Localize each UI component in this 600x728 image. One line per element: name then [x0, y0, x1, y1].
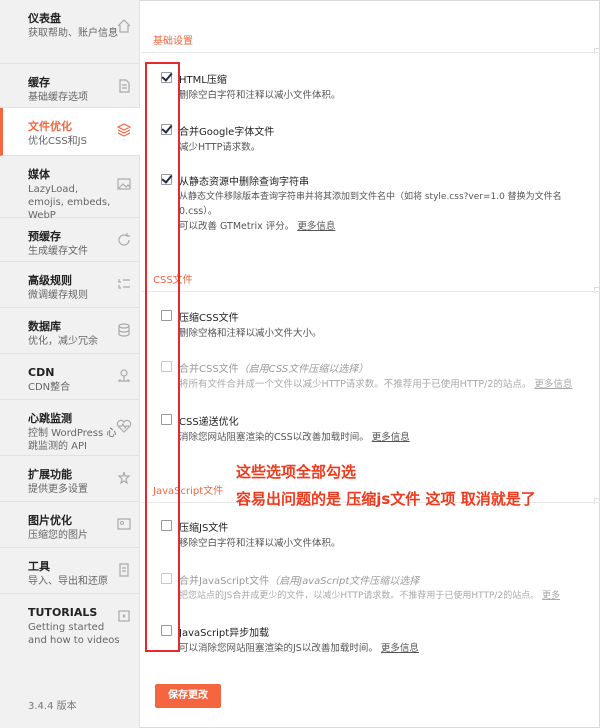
sidebar-item-subtitle: 优化CSS和JS	[28, 136, 87, 147]
option-description: 将所有文件合并成一个文件以减少HTTP请求数。不推荐用于已使用HTTP/2的站点…	[179, 378, 572, 391]
option-title: 压缩JS文件	[179, 523, 229, 534]
sidebar-item-subtitle: CDN整合	[28, 382, 71, 393]
refresh-icon	[116, 232, 132, 248]
option-title: JavaScript异步加载	[179, 628, 270, 639]
option-hint: （启用CSS文件压缩以选择）	[238, 364, 369, 375]
option-title: 合并Google字体文件	[179, 127, 275, 138]
database-icon	[116, 322, 132, 338]
image-icon	[116, 176, 132, 192]
option-title: CSS递送优化	[179, 417, 239, 428]
sidebar-item-tools[interactable]: 工具 导入、导出和还原	[0, 548, 140, 594]
more-info-link[interactable]: 更多信息	[297, 221, 335, 232]
sidebar-item-database[interactable]: 数据库 优化，减少冗余	[0, 308, 140, 354]
sidebar-item-preload[interactable]: 预缓存 生成缓存文件	[0, 218, 140, 262]
photo-icon	[116, 516, 132, 532]
sidebar-item-subtitle: Getting started and how to videos	[28, 622, 120, 646]
option-description: 可以消除您网站阻塞渲染的JS以改善加载时间。 更多信息	[179, 642, 419, 655]
sidebar-item-subtitle: 微调缓存规则	[28, 290, 88, 301]
sidebar-item-subtitle: 基础缓存选项	[28, 92, 88, 103]
sidebar-item-title: 图片优化	[28, 514, 72, 527]
option-description: 消除您网站阻塞渲染的CSS以改善加载时间。 更多信息	[179, 431, 410, 444]
option-title: 从静态资源中删除查询字符串	[179, 177, 309, 188]
sidebar-item-title: 心跳监测	[28, 412, 72, 425]
option-description: 删除空格和注释以减小文件大小。	[179, 328, 322, 339]
sidebar-item-subtitle: 生成缓存文件	[28, 246, 88, 257]
sidebar-item-tutorials[interactable]: TUTORIALS Getting started and how to vid…	[0, 594, 140, 652]
option-description: 移除空白字符和注释以减小文件体积。	[179, 538, 341, 549]
section-divider	[141, 52, 600, 53]
list-icon	[116, 276, 132, 292]
home-icon	[116, 18, 132, 34]
option-description: 0.css）。	[179, 206, 218, 217]
sidebar-item-title: 高级规则	[28, 274, 72, 287]
sidebar-item-subtitle: 压缩您的图片	[28, 530, 88, 541]
sidebar-item-addons[interactable]: 扩展功能 提供更多设置	[0, 456, 140, 502]
sidebar-item-image-optimization[interactable]: 图片优化 压缩您的图片	[0, 502, 140, 548]
option-description: 删除空白字符和注释以减小文件体积。	[179, 90, 341, 101]
sidebar-item-title: 预缓存	[28, 230, 61, 243]
sidebar-item-file-optimization[interactable]: 文件优化 优化CSS和JS	[0, 108, 140, 156]
sidebar-item-title: TUTORIALS	[28, 606, 98, 619]
option-description: 可以改善 GTMetrix 评分。 更多信息	[179, 220, 335, 233]
sidebar-item-subtitle: 优化，减少冗余	[28, 336, 98, 347]
save-changes-button[interactable]: 保存更改	[155, 684, 221, 708]
description-text: 消除您网站阻塞渲染的CSS以改善加载时间。	[179, 432, 369, 443]
addon-icon	[116, 470, 132, 486]
sidebar-item-media[interactable]: 媒体 LazyLoad, emojis, embeds, WebP	[0, 156, 140, 221]
video-icon	[116, 608, 132, 624]
sidebar-item-subtitle: LazyLoad, emojis, embeds, WebP	[28, 184, 111, 221]
sidebar-item-title: CDN	[28, 366, 55, 379]
annotation-text-line1: 这些选项全部勾选	[236, 463, 357, 481]
sidebar-item-dashboard[interactable]: 仪表盘 获取帮助、账户信息	[0, 0, 140, 64]
sidebar-item-title: 媒体	[28, 168, 50, 181]
sidebar: 仪表盘 获取帮助、账户信息 缓存 基础缓存选项 文件优化 优化CSS和JS 媒体…	[0, 0, 140, 728]
option-description: 把您站点的JS合并成更少的文件，以减少HTTP请求数。不推荐用于已使用HTTP/…	[179, 590, 560, 603]
description-text: 可以改善 GTMetrix 评分。	[179, 221, 295, 232]
option-title: 合并CSS文件（启用CSS文件压缩以选择）	[179, 360, 368, 375]
sidebar-item-title: 缓存	[28, 76, 50, 89]
sidebar-item-advanced-rules[interactable]: 高级规则 微调缓存规则	[0, 262, 140, 308]
sidebar-item-subtitle: 获取帮助、账户信息	[28, 28, 118, 39]
more-info-link[interactable]: 更多信息	[534, 379, 572, 390]
sidebar-item-title: 数据库	[28, 320, 61, 333]
sidebar-item-title: 工具	[28, 560, 50, 573]
layers-icon	[116, 122, 132, 138]
heart-icon	[116, 418, 132, 434]
option-description: 从静态文件移除版本查询字符串并将其添加到文件名中（如将 style.css?ve…	[179, 192, 562, 202]
annotation-highlight-box	[145, 62, 180, 652]
option-title: 压缩CSS文件	[179, 313, 239, 324]
sidebar-item-heartbeat[interactable]: 心跳监测 控制 WordPress 心跳监测的 API	[0, 400, 140, 456]
option-title-text: 合并CSS文件	[179, 364, 239, 375]
option-title: HTML压缩	[179, 75, 227, 86]
page-icon	[116, 78, 132, 94]
sidebar-item-subtitle: 导入、导出和还原	[28, 576, 108, 587]
sidebar-item-title: 文件优化	[28, 120, 72, 133]
more-info-link[interactable]: 更多	[542, 591, 560, 601]
option-title-text: 合并JavaScript文件	[179, 576, 270, 587]
main-content: 基础设置 HTML压缩 删除空白字符和注释以减小文件体积。 合并Google字体…	[141, 0, 600, 728]
more-info-link[interactable]: 更多信息	[372, 432, 410, 443]
more-info-link[interactable]: 更多信息	[381, 643, 419, 654]
description-text: 将所有文件合并成一个文件以减少HTTP请求数。不推荐用于已使用HTTP/2的站点…	[179, 379, 532, 390]
section-divider	[141, 291, 600, 292]
sidebar-item-subtitle: 提供更多设置	[28, 484, 88, 495]
sidebar-item-title: 扩展功能	[28, 468, 72, 481]
section-heading-basic: 基础设置	[153, 36, 193, 47]
section-divider-corner	[594, 48, 600, 54]
option-description: 减少HTTP请求数。	[179, 142, 261, 153]
sidebar-item-cache[interactable]: 缓存 基础缓存选项	[0, 64, 140, 108]
option-title: 合并JavaScript文件（启用JavaScript文件压缩以选择	[179, 572, 419, 587]
section-divider-corner	[594, 287, 600, 293]
cdn-icon	[116, 368, 132, 384]
section-divider-corner	[594, 498, 600, 504]
version-label: 3.4.4 版本	[28, 701, 77, 712]
sidebar-item-subtitle: 控制 WordPress 心跳监测的 API	[28, 428, 117, 452]
annotation-text-line2: 容易出问题的是 压缩js文件 这项 取消就是了	[236, 490, 536, 508]
description-text: 把您站点的JS合并成更少的文件，以减少HTTP请求数。不推荐用于已使用HTTP/…	[179, 591, 540, 601]
sidebar-item-title: 仪表盘	[28, 12, 61, 25]
tools-icon	[116, 562, 132, 578]
sidebar-item-cdn[interactable]: CDN CDN整合	[0, 354, 140, 400]
option-hint: （启用JavaScript文件压缩以选择	[269, 576, 420, 587]
description-text: 可以消除您网站阻塞渲染的JS以改善加载时间。	[179, 643, 378, 654]
